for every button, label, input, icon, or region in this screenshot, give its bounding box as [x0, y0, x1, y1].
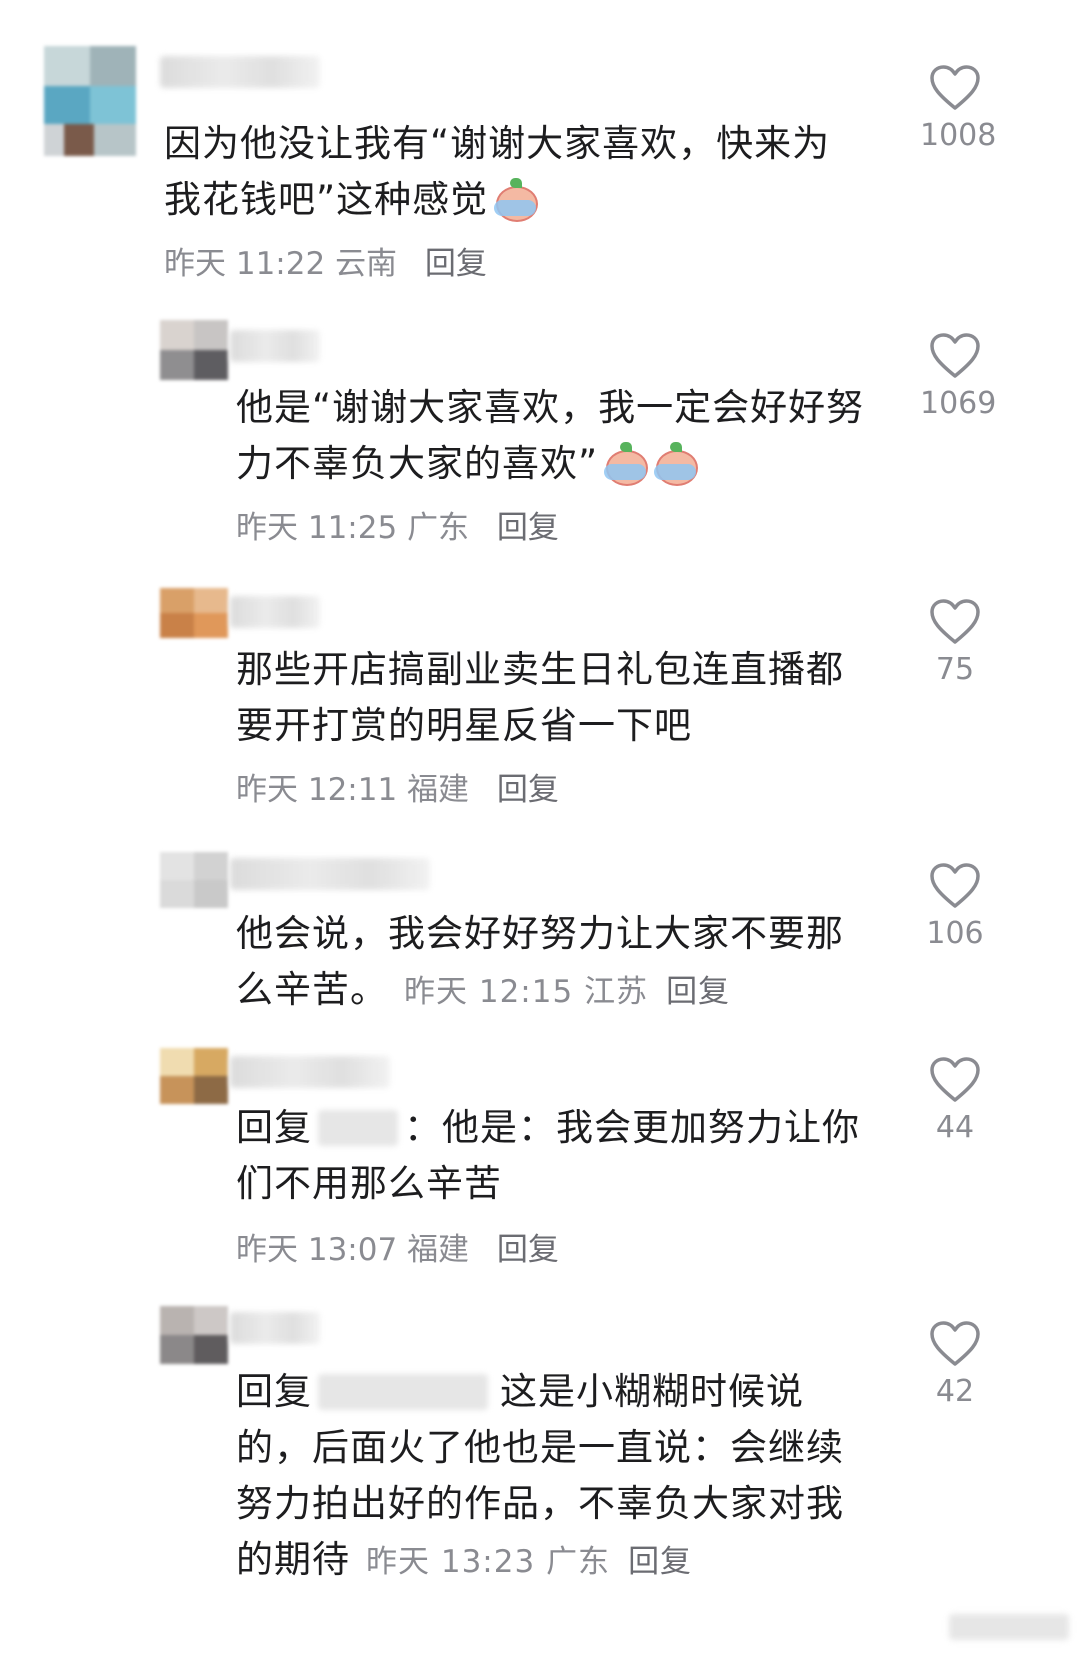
heart-outline-icon	[930, 863, 980, 908]
reply-button[interactable]: 回复	[628, 1544, 692, 1580]
username[interactable]	[230, 1312, 320, 1344]
reply-prefix: 回复	[236, 1370, 312, 1413]
reply-button[interactable]: 回复	[497, 772, 559, 808]
like-count: 42	[935, 1374, 975, 1409]
comment-meta: 昨天 12:15 江苏 回复	[404, 974, 730, 1010]
like-count: 1008	[920, 118, 997, 153]
reply-button[interactable]: 回复	[666, 974, 730, 1010]
timestamp: 昨天 12:15	[404, 974, 574, 1010]
crying-face-emoji	[602, 442, 649, 486]
reply-prefix: 回复	[236, 1106, 312, 1149]
comment-meta: 昨天 13:23 广东 回复	[366, 1544, 692, 1580]
username[interactable]	[230, 596, 320, 628]
location: 广东	[546, 1544, 611, 1580]
heart-outline-icon	[930, 65, 980, 110]
location: 广东	[407, 510, 470, 546]
like-button[interactable]: 106	[920, 862, 990, 951]
heart-outline-icon	[930, 333, 980, 378]
crying-face-emoji	[652, 442, 699, 486]
heart-outline-icon	[930, 599, 980, 644]
comment-meta: 昨天 13:07 福建 回复	[236, 1224, 559, 1269]
timestamp: 昨天 13:07	[236, 1232, 398, 1268]
comment-meta: 昨天 12:11 福建 回复	[236, 764, 559, 809]
blurred-watermark	[949, 1612, 1069, 1640]
location: 云南	[335, 246, 398, 282]
avatar[interactable]	[160, 1306, 228, 1364]
comment-text: 回复 ：他是：我会更加努力让你们不用那么辛苦	[236, 1106, 860, 1205]
location: 福建	[407, 772, 470, 808]
like-count: 1069	[920, 386, 997, 421]
username[interactable]	[230, 1056, 390, 1088]
location: 福建	[407, 1232, 470, 1268]
comment-meta: 昨天 11:25 广东 回复	[236, 502, 559, 547]
like-button[interactable]: 44	[920, 1056, 990, 1145]
reply-button[interactable]: 回复	[425, 246, 487, 282]
reply-button[interactable]: 回复	[497, 1232, 559, 1268]
username[interactable]	[160, 56, 320, 88]
heart-outline-icon	[930, 1057, 980, 1102]
comment-text: 那些开店搞副业卖生日礼包连直播都要开打赏的明星反省一下吧	[236, 648, 844, 747]
avatar[interactable]	[160, 588, 228, 638]
like-count: 75	[935, 652, 975, 687]
username[interactable]	[230, 330, 320, 362]
username[interactable]	[230, 858, 430, 890]
avatar[interactable]	[160, 1048, 228, 1104]
timestamp: 昨天 11:25	[236, 510, 398, 546]
location: 江苏	[584, 974, 649, 1010]
like-count: 106	[926, 916, 984, 951]
comment-text: 他是“谢谢大家喜欢，我一定会好好努力不辜负大家的喜欢”	[236, 386, 865, 486]
avatar[interactable]	[160, 852, 228, 908]
comment-text: 因为他没让我有“谢谢大家喜欢，快来为我花钱吧”这种感觉	[164, 122, 831, 222]
like-button[interactable]: 42	[920, 1320, 990, 1409]
timestamp: 昨天 11:22	[164, 246, 326, 282]
comment-meta: 昨天 11:22 云南 回复	[164, 238, 487, 283]
like-count: 44	[935, 1110, 975, 1145]
mentioned-username[interactable]	[318, 1110, 398, 1146]
like-button[interactable]: 1008	[920, 64, 997, 153]
timestamp: 昨天 12:11	[236, 772, 398, 808]
mentioned-username[interactable]	[318, 1374, 488, 1410]
like-button[interactable]: 75	[920, 598, 990, 687]
avatar[interactable]	[44, 46, 136, 156]
like-button[interactable]: 1069	[920, 332, 997, 421]
crying-face-emoji	[492, 178, 539, 222]
comment-text: 他会说，我会好好努力让大家不要那么辛苦。 昨天 12:15 江苏 回复	[236, 912, 844, 1011]
comment-text: 回复 这是小糊糊时候说的，后面火了他也是一直说：会继续努力拍出好的作品，不辜负大家…	[236, 1370, 844, 1581]
avatar[interactable]	[160, 320, 228, 380]
timestamp: 昨天 13:23	[366, 1544, 536, 1580]
reply-button[interactable]: 回复	[497, 510, 559, 546]
heart-outline-icon	[930, 1321, 980, 1366]
